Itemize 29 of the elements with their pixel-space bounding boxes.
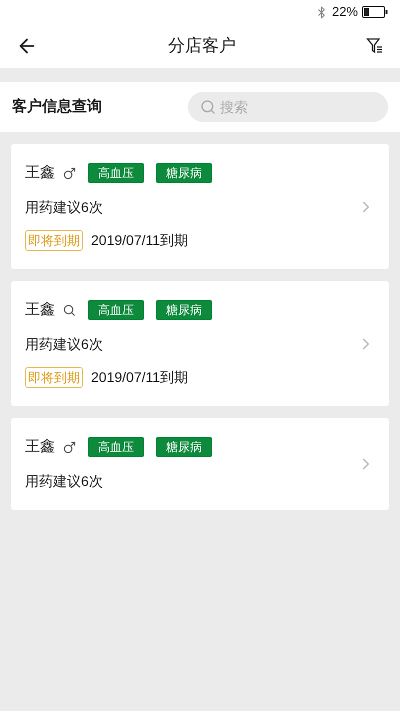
customer-name: 王鑫 bbox=[25, 300, 55, 320]
magnifier-icon bbox=[63, 304, 76, 317]
customer-card[interactable]: 王鑫 高血压 糖尿病 用药建议6次 bbox=[11, 418, 389, 510]
advice-count: 用药建议6次 bbox=[25, 472, 104, 490]
expiry-date: 2019/07/11到期 bbox=[91, 230, 188, 250]
condition-tag: 糖尿病 bbox=[156, 300, 212, 320]
search-icon bbox=[200, 99, 216, 115]
section-title: 客户信息查询 bbox=[12, 96, 102, 117]
battery-text: 22% bbox=[332, 3, 358, 22]
customer-card[interactable]: 王鑫 高血压 糖尿病 用药建议6次 即将到期 2019/07/11到期 bbox=[11, 144, 389, 269]
customer-card[interactable]: 王鑫 高血压 糖尿病 用药建议6次 即将到期 2019/07/11到期 bbox=[11, 281, 389, 406]
condition-tag: 糖尿病 bbox=[156, 437, 212, 458]
battery-icon bbox=[362, 6, 388, 18]
male-icon bbox=[63, 166, 76, 180]
condition-tag: 高血压 bbox=[88, 163, 144, 184]
search-field[interactable]: 搜索 bbox=[188, 92, 388, 122]
condition-tag: 高血压 bbox=[88, 300, 144, 320]
customer-name: 王鑫 bbox=[25, 437, 55, 457]
filter-button[interactable] bbox=[366, 37, 384, 55]
expiry-tag: 即将到期 bbox=[25, 366, 83, 388]
male-icon bbox=[63, 440, 76, 454]
condition-tag: 高血压 bbox=[88, 437, 144, 458]
page-title: 分店客户 bbox=[168, 35, 236, 58]
advice-count: 用药建议6次 bbox=[25, 198, 104, 216]
customer-name: 王鑫 bbox=[25, 163, 55, 183]
expiry-tag: 即将到期 bbox=[25, 230, 83, 251]
expiry-date: 2019/07/11到期 bbox=[91, 368, 188, 387]
condition-tag: 糖尿病 bbox=[156, 163, 212, 184]
advice-count: 用药建议6次 bbox=[25, 334, 104, 354]
